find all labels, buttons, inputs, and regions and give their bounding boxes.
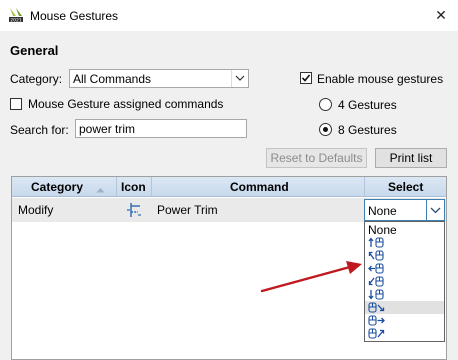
gesture-option-down-right[interactable] xyxy=(365,301,444,314)
gesture-option-label: None xyxy=(368,223,397,237)
annotation-arrow-icon xyxy=(260,261,362,293)
row-category: Modify xyxy=(18,203,54,217)
section-title-general: General xyxy=(10,43,59,58)
chevron-down-icon[interactable] xyxy=(426,200,444,220)
gesture-option-right[interactable] xyxy=(365,314,444,327)
assigned-commands-label: Mouse Gesture assigned commands xyxy=(28,97,224,111)
column-header-icon[interactable]: Icon xyxy=(121,180,146,194)
gesture-options-list: None xyxy=(364,221,445,342)
enable-gestures-checkbox[interactable] xyxy=(300,72,312,84)
category-combobox[interactable]: All Commands xyxy=(69,69,249,88)
gestures-8-radio[interactable] xyxy=(319,123,332,136)
svg-text:2021: 2021 xyxy=(10,17,22,23)
search-value: power trim xyxy=(79,122,136,136)
gesture-down-icon xyxy=(368,289,384,300)
print-list-button[interactable]: Print list xyxy=(375,148,447,168)
app-icon: 2021 xyxy=(8,7,24,23)
category-label: Category: xyxy=(10,72,63,86)
gesture-up-icon xyxy=(368,237,384,248)
assigned-commands-checkbox[interactable] xyxy=(10,98,22,110)
gesture-select-value: None xyxy=(368,204,397,218)
gestures-8-label: 8 Gestures xyxy=(338,123,397,137)
gesture-option-left[interactable] xyxy=(365,262,444,275)
gesture-option-none[interactable]: None xyxy=(365,223,444,237)
column-separator xyxy=(151,177,152,197)
chevron-down-icon[interactable] xyxy=(231,70,248,87)
gesture-option-down[interactable] xyxy=(365,288,444,301)
sort-ascending-icon xyxy=(96,182,105,196)
gesture-option-up-left[interactable] xyxy=(365,249,444,262)
gesture-option-up-right[interactable] xyxy=(365,327,444,340)
column-separator xyxy=(364,177,365,197)
close-icon[interactable]: ✕ xyxy=(435,7,447,23)
reset-defaults-button[interactable]: Reset to Defaults xyxy=(266,148,367,168)
row-command: Power Trim xyxy=(157,203,218,217)
enable-gestures-label: Enable mouse gestures xyxy=(317,72,444,86)
gesture-select-dropdown[interactable]: None xyxy=(364,199,445,221)
column-header-command[interactable]: Command xyxy=(230,180,289,194)
category-value: All Commands xyxy=(73,72,152,86)
gesture-option-down-left[interactable] xyxy=(365,275,444,288)
gesture-down-right-icon xyxy=(368,302,385,313)
close-button[interactable]: ✕ xyxy=(430,4,452,26)
gesture-down-left-icon xyxy=(368,276,384,287)
gestures-4-radio[interactable] xyxy=(319,98,332,111)
column-separator xyxy=(116,177,117,197)
column-header-select[interactable]: Select xyxy=(388,180,423,194)
gesture-option-up[interactable] xyxy=(365,236,444,249)
column-header-category[interactable]: Category xyxy=(31,180,83,194)
gesture-up-left-icon xyxy=(368,250,384,261)
gesture-right-icon xyxy=(368,315,385,326)
gestures-4-label: 4 Gestures xyxy=(338,98,397,112)
gesture-up-right-icon xyxy=(368,328,385,339)
search-input[interactable]: power trim xyxy=(75,119,247,138)
power-trim-icon xyxy=(125,201,143,222)
window-title: Mouse Gestures xyxy=(30,9,119,23)
search-label: Search for: xyxy=(10,123,69,137)
gesture-left-icon xyxy=(368,263,384,274)
